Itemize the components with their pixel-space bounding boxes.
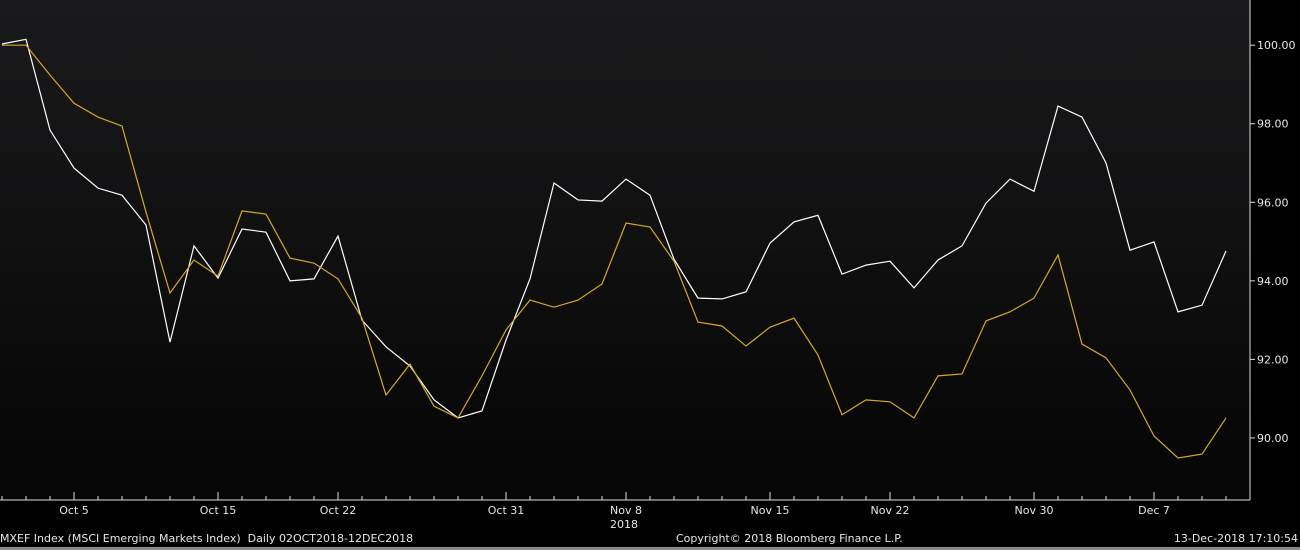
x-tick-label: Oct 22 — [320, 504, 357, 517]
y-tick-label: 90.00 — [1257, 432, 1289, 445]
x-tick-label: Oct 15 — [200, 504, 237, 517]
y-tick-label: 96.00 — [1257, 196, 1289, 209]
y-tick-label: 94.00 — [1257, 275, 1289, 288]
y-tick-label: 92.00 — [1257, 353, 1289, 366]
x-tick-label: Oct 31 — [488, 504, 525, 517]
line-chart: 90.00 92.00 94.00 96.00 98.00 100.00 Oct 5 Oct… — [0, 0, 1296, 530]
x-tick-label: Dec 7 — [1138, 504, 1170, 517]
x-tick-label: Nov 8 — [610, 504, 642, 517]
plot-background — [0, 0, 1250, 500]
x-axis-year-label: 2018 — [610, 518, 638, 530]
x-tick-label: Oct 5 — [59, 504, 89, 517]
copyright-label: Copyright© 2018 Bloomberg Finance L.P. — [676, 532, 903, 545]
y-tick-label: 98.00 — [1257, 118, 1289, 131]
index-info-label: MXEF Index (MSCI Emerging Markets Index)… — [0, 532, 414, 545]
timestamp-label: 13-Dec-2018 17:10:54 — [1173, 532, 1298, 545]
x-tick-label: Nov 30 — [1015, 504, 1054, 517]
x-tick-label: Nov 15 — [751, 504, 790, 517]
y-tick-label: 100.00 — [1257, 39, 1296, 52]
x-tick-label: Nov 22 — [871, 504, 910, 517]
